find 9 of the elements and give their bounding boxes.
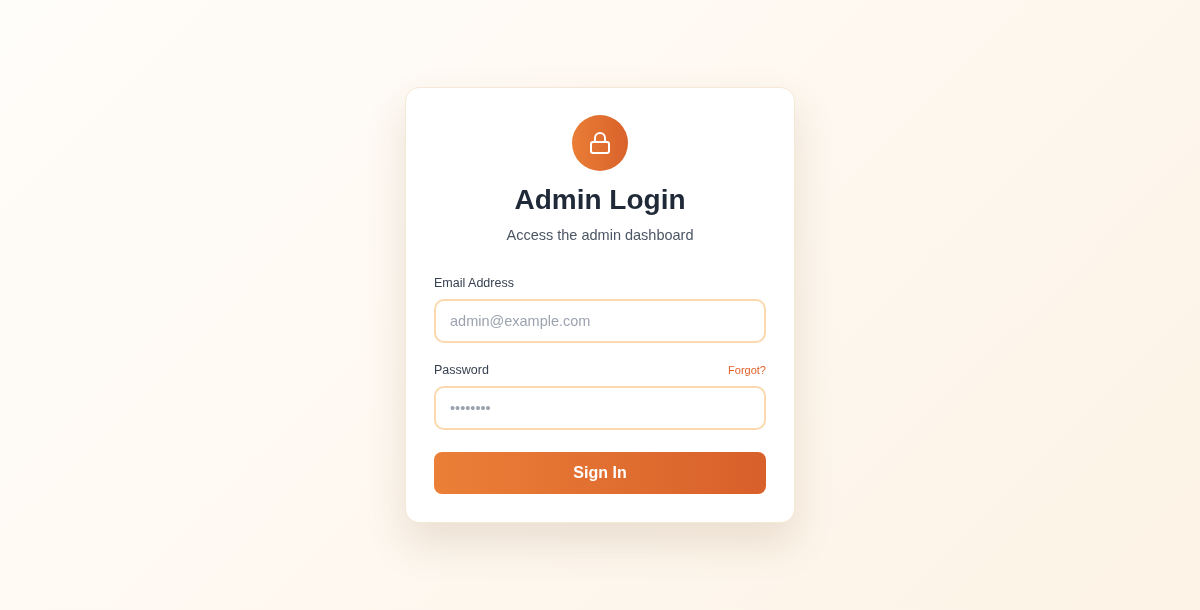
input-field[interactable]: admin@example.com (434, 299, 766, 343)
input-field[interactable]: •••••••• (434, 386, 766, 430)
login-title: Admin Login (514, 183, 686, 217)
forgot-link[interactable]: Forgot? (728, 364, 766, 376)
sign-in-button[interactable]: Sign In (434, 452, 766, 494)
field-label: Email Address (434, 276, 514, 290)
field-label: Password (434, 363, 489, 377)
lock-icon (588, 131, 612, 155)
login-subtitle: Access the admin dashboard (506, 226, 694, 244)
